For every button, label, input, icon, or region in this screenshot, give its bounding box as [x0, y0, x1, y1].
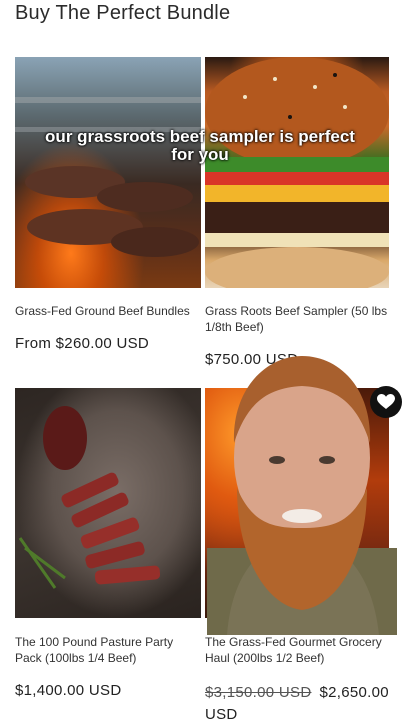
product-title[interactable]: The Grass-Fed Gourmet Grocery Haul (200l…: [205, 634, 395, 666]
product-image-pasture-party-pack[interactable]: [15, 388, 201, 618]
product-price-block: $3,150.00 USD $2,650.00 USD: [205, 682, 400, 726]
product-title[interactable]: Grass-Fed Ground Beef Bundles: [15, 303, 203, 319]
page-title: Buy The Perfect Bundle: [15, 2, 231, 24]
wishlist-button[interactable]: [370, 386, 402, 418]
heart-icon: [377, 394, 395, 409]
product-image-ground-beef[interactable]: [15, 57, 201, 288]
product-price: $1,400.00 USD: [15, 682, 122, 699]
product-price: From $260.00 USD: [15, 335, 150, 352]
compare-at-price: $3,150.00 USD: [205, 684, 312, 701]
product-title[interactable]: The 100 Pound Pasture Party Pack (100lbs…: [15, 634, 203, 666]
presenter-video-overlay: [207, 348, 397, 635]
video-caption: our grassroots beef sampler is perfect f…: [45, 127, 355, 164]
product-image-beef-sampler[interactable]: [205, 57, 389, 288]
product-title[interactable]: Grass Roots Beef Sampler (50 lbs 1/8th B…: [205, 303, 390, 335]
